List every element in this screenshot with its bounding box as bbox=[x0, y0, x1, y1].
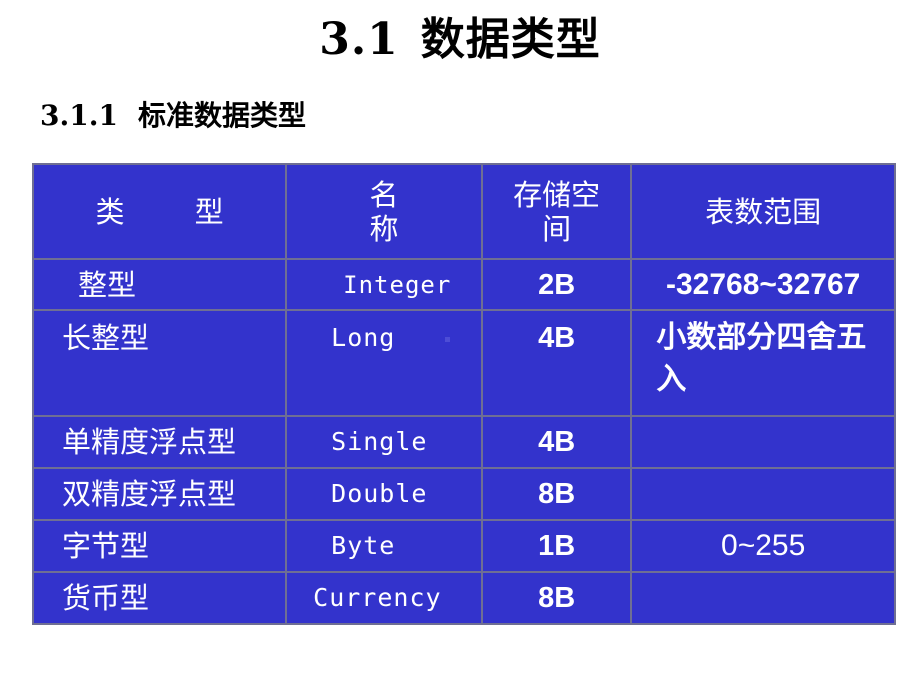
cell-range bbox=[630, 415, 896, 469]
table-row: 双精度浮点型 Double 8B bbox=[31, 467, 896, 521]
section-text: 标准数据类型 bbox=[137, 99, 306, 132]
cell-type: 单精度浮点型 bbox=[31, 415, 288, 469]
cell-range bbox=[630, 571, 896, 625]
page-title: 3.1 数据类型 bbox=[0, 10, 920, 70]
header-name-line-2: 称 bbox=[369, 211, 399, 246]
cell-size: 2B bbox=[480, 258, 633, 311]
data-types-table: 类型 名 称 存储空 间 表数范围 整型 Integer 2B -32768~3… bbox=[31, 163, 896, 625]
cell-range: 小数部分四舍五入 bbox=[630, 309, 896, 417]
stray-dot bbox=[445, 336, 451, 342]
header-type-char-1: 类 bbox=[95, 194, 125, 229]
cell-size: 1B bbox=[480, 519, 633, 573]
header-storage-line-2: 间 bbox=[542, 211, 572, 246]
cell-type: 长整型 bbox=[31, 309, 288, 417]
title-number: 3.1 bbox=[319, 14, 399, 65]
table-row: 货币型 Currency 8B bbox=[31, 571, 896, 625]
cell-range: -32768~32767 bbox=[630, 258, 896, 311]
table-row: 整型 Integer 2B -32768~32767 bbox=[31, 258, 896, 311]
header-name-line-1: 名 bbox=[369, 177, 399, 212]
cell-type: 货币型 bbox=[31, 571, 288, 625]
cell-name: Long bbox=[285, 309, 483, 417]
table-row: 字节型 Byte 1B 0~255 bbox=[31, 519, 896, 573]
header-type-char-2: 型 bbox=[194, 194, 224, 229]
cell-size: 8B bbox=[480, 467, 633, 521]
header-name: 名 称 bbox=[285, 163, 483, 260]
cell-type: 双精度浮点型 bbox=[31, 467, 288, 521]
cell-name: Integer bbox=[285, 258, 483, 311]
cell-size: 8B bbox=[480, 571, 633, 625]
cell-type: 整型 bbox=[31, 258, 288, 311]
cell-name: Single bbox=[285, 415, 483, 469]
cell-range: 0~255 bbox=[630, 519, 896, 573]
section-number: 3.1.1 bbox=[40, 99, 118, 132]
cell-name: Byte bbox=[285, 519, 483, 573]
cell-type: 字节型 bbox=[31, 519, 288, 573]
section-heading: 3.1.1 标准数据类型 bbox=[40, 96, 306, 136]
cell-size: 4B bbox=[480, 415, 633, 469]
header-storage: 存储空 间 bbox=[480, 163, 633, 260]
cell-name: Double bbox=[285, 467, 483, 521]
header-type: 类型 bbox=[31, 163, 288, 260]
cell-size: 4B bbox=[480, 309, 633, 417]
cell-name: Currency bbox=[285, 571, 483, 625]
cell-range bbox=[630, 467, 896, 521]
header-storage-line-1: 存储空 bbox=[513, 177, 601, 212]
header-range: 表数范围 bbox=[630, 163, 896, 260]
title-text: 数据类型 bbox=[420, 14, 601, 65]
table-row: 单精度浮点型 Single 4B bbox=[31, 415, 896, 469]
cell-name-text: Long bbox=[331, 323, 396, 352]
table-row: 长整型 Long 4B 小数部分四舍五入 bbox=[31, 309, 896, 417]
table-header-row: 类型 名 称 存储空 间 表数范围 bbox=[31, 163, 896, 260]
